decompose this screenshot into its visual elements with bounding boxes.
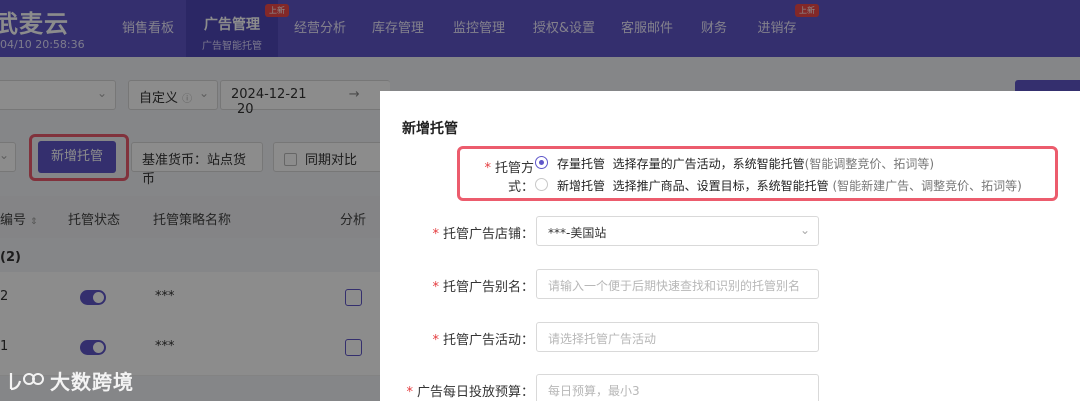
ad-store-select[interactable]: ***-美国站 ⌄ xyxy=(536,216,819,246)
daily-budget-input[interactable]: 每日预算，最小3 xyxy=(536,374,819,401)
dialog-title: 新增托管 xyxy=(402,121,458,137)
campaign-label: * 托管广告活动： xyxy=(432,333,534,348)
budget-label: * 广告每日投放预算： xyxy=(406,385,534,400)
watermark: 大数跨境 xyxy=(8,366,134,395)
alias-label: * 托管广告别名： xyxy=(432,280,534,295)
highlight-box xyxy=(457,146,1058,201)
chevron-down-icon: ⌄ xyxy=(799,223,810,237)
store-label: * 托管广告店铺： xyxy=(432,227,534,242)
ad-alias-input[interactable]: 请输入一个便于后期快速查找和识别的托管别名 xyxy=(536,269,819,299)
new-hosting-dialog: 新增托管 * 托管方式： 存量托管 选择存量的广告活动，系统智能托管(智能调整竞价… xyxy=(380,91,1080,401)
ad-campaign-select[interactable]: 请选择托管广告活动 xyxy=(536,322,819,352)
watermark-logo-icon xyxy=(9,373,44,391)
